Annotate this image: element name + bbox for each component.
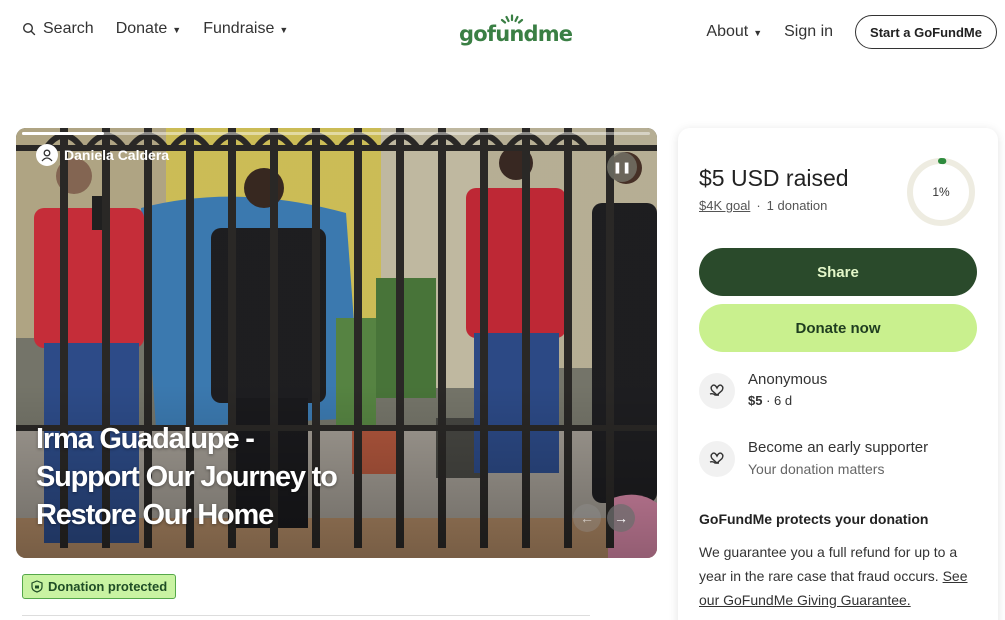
progress-percent: 1%	[932, 185, 950, 199]
campaign-title: Irma Guadalupe - Support Our Journey to …	[36, 423, 338, 531]
arrow-left-icon: ←	[580, 510, 594, 526]
search-icon	[22, 22, 36, 36]
user-icon	[41, 149, 53, 162]
fundraise-menu-label: Fundraise	[203, 20, 275, 37]
heart-hand-icon	[699, 373, 735, 409]
search-label: Search	[43, 20, 94, 37]
about-menu-label: About	[706, 23, 749, 40]
avatar	[36, 144, 58, 166]
separator-dot: ·	[756, 198, 761, 213]
about-menu[interactable]: About ▼	[706, 23, 762, 41]
donate-now-button[interactable]: Donate now	[699, 304, 977, 352]
protection-text: We guarantee you a full refund for up to…	[699, 540, 979, 612]
caret-down-icon: ▼	[279, 24, 289, 35]
donation-card: $5 USD raised $4K goal · 1 donation 1% S…	[678, 128, 998, 620]
early-supporter: Become an early supporter Your donation …	[699, 439, 928, 477]
donor-amount: $5	[748, 393, 763, 408]
arrow-right-icon: →	[614, 510, 628, 526]
protection-body: We guarantee you a full refund for up to…	[699, 544, 958, 584]
pause-icon: ❚❚	[612, 161, 632, 174]
nav-right: About ▼ Sign in Start a GoFundMe	[706, 15, 997, 49]
gofundme-logo[interactable]: gofundme	[459, 14, 573, 50]
divider	[22, 615, 590, 616]
nav-left: Search Donate ▼ Fundraise ▼	[22, 20, 310, 38]
organizer[interactable]: Daniela Caldera	[36, 144, 169, 166]
share-button[interactable]: Share	[699, 248, 977, 296]
slide-progress-track	[22, 132, 650, 135]
donation-protected-label: Donation protected	[48, 579, 168, 594]
goal-line: $4K goal · 1 donation	[699, 198, 827, 213]
organizer-name: Daniela Caldera	[64, 147, 170, 163]
previous-slide-button[interactable]: ←	[573, 504, 601, 532]
donation-protected-badge[interactable]: Donation protected	[22, 574, 177, 599]
heart-hand-icon	[699, 441, 735, 477]
donate-menu[interactable]: Donate ▼	[116, 20, 182, 38]
hero-media[interactable]: Daniela Caldera ❚❚ Irma Guadalupe - Supp…	[16, 128, 657, 558]
start-gofundme-button[interactable]: Start a GoFundMe	[855, 15, 997, 49]
slide-progress-fill	[22, 132, 104, 135]
next-slide-button[interactable]: →	[607, 504, 635, 532]
signin-label: Sign in	[784, 23, 834, 40]
donation-count: 1 donation	[766, 198, 828, 213]
caret-down-icon: ▼	[753, 27, 763, 38]
signin-link[interactable]: Sign in	[784, 23, 833, 41]
fundraise-menu[interactable]: Fundraise ▼	[203, 20, 288, 38]
logo-text: gofundme	[459, 22, 573, 46]
caret-down-icon: ▼	[172, 24, 182, 35]
donor-time: 6 d	[774, 393, 793, 408]
amount-raised: $5 USD raised	[699, 165, 849, 191]
recent-donation: Anonymous $5 · 6 d	[699, 371, 827, 409]
goal-link[interactable]: $4K goal	[699, 198, 750, 213]
donor-name: Anonymous	[748, 371, 828, 388]
donor-meta: $5 · 6 d	[748, 393, 793, 408]
search-button[interactable]: Search	[22, 20, 94, 38]
protection-heading: GoFundMe protects your donation	[699, 511, 929, 527]
donate-menu-label: Donate	[115, 20, 168, 37]
shield-icon	[31, 580, 43, 593]
site-header: Search Donate ▼ Fundraise ▼ gofundme Abo…	[0, 0, 1005, 62]
pause-button[interactable]: ❚❚	[607, 152, 637, 182]
early-supporter-title: Become an early supporter	[748, 439, 929, 456]
early-supporter-subtitle: Your donation matters	[748, 461, 885, 477]
